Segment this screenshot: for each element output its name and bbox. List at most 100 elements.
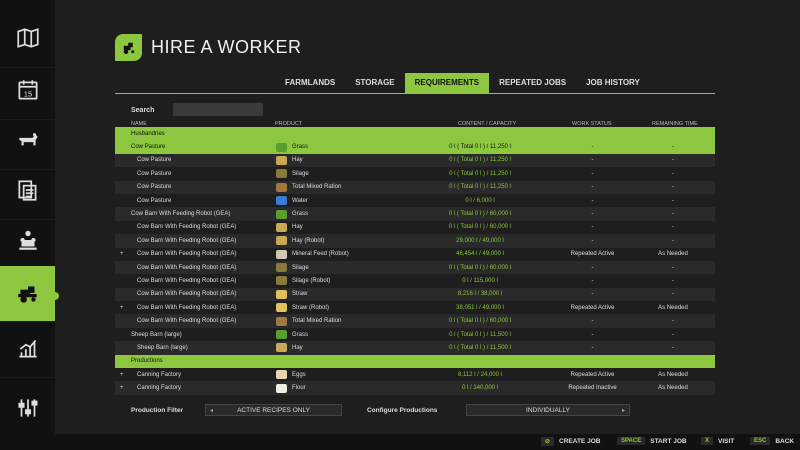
configure-productions-select[interactable]: INDIVIDUALLY ▸ [466, 404, 630, 416]
row-content: 0 l ( Total 0 l ) / 11,250 l [449, 170, 511, 177]
row-remaining-time: - [672, 291, 674, 298]
row-remaining-time: - [672, 157, 674, 164]
row-product: Silage (Robot) [292, 277, 331, 284]
table-row[interactable]: + Cow Barn With Feeding Robot (GEA) Straw … [115, 301, 715, 315]
row-remaining-time: - [672, 224, 674, 231]
row-work-status: Repeated Inactive [568, 385, 617, 392]
livestock-icon [18, 132, 38, 145]
table-row[interactable]: Cow Pasture Silage 0 l ( Total 0 l ) / 11,… [115, 167, 715, 181]
table-row[interactable]: Cow Pasture Total Mixed Ration 0 l ( Total… [115, 180, 715, 194]
table-row[interactable]: Cow Pasture Grass 0 l ( Total 0 l ) / 11,2… [115, 140, 715, 154]
table-row[interactable]: + Canning Factory Eggs 8,112 l / 24,000 l Re… [115, 368, 715, 382]
row-remaining-time: - [672, 331, 674, 338]
section-header[interactable]: Husbandries [115, 127, 715, 141]
arrow-left-icon[interactable]: ◂ [210, 407, 213, 414]
tab-bar: FARMLANDS STORAGE REQUIREMENTS REPEATED … [275, 73, 650, 93]
row-content: 0 l ( Total 0 l ) / 11,500 l [449, 331, 511, 338]
section-header[interactable]: Productions [115, 354, 715, 369]
tab-farmlands[interactable]: FARMLANDS [275, 73, 345, 93]
row-name: Canning Factory [137, 371, 182, 378]
row-name: Cow Pasture [137, 184, 172, 191]
row-name: Cow Pasture [131, 144, 166, 151]
expand-plus-icon[interactable]: + [120, 251, 124, 257]
tab-repeated-jobs[interactable]: REPEATED JOBS [489, 73, 576, 93]
table-row[interactable]: Cow Pasture Water 0 l / 6,000 l - - [115, 193, 715, 208]
hay-icon [276, 155, 287, 165]
row-name: Cow Pasture [137, 157, 172, 164]
table-row[interactable]: Cow Barn With Feeding Robot (GEA) Silage … [115, 274, 715, 288]
row-remaining-time: - [672, 197, 674, 204]
row-product: Flour [292, 385, 306, 392]
start-job-hint[interactable]: SPACE START JOB [617, 437, 687, 445]
row-work-status: - [591, 264, 594, 271]
row-content: 0 l ( Total 0 l ) / 60,000 l [448, 224, 512, 231]
row-name: Cow Barn With Feeding Robot (GEA) [137, 277, 237, 284]
row-work-status: - [591, 318, 594, 325]
search-input[interactable] [173, 103, 263, 116]
visit-hint[interactable]: X VISIT [701, 437, 734, 445]
hay-icon [276, 236, 287, 246]
table-row[interactable]: Cow Pasture Hay 0 l ( Total 0 l ) / 11,250… [115, 153, 715, 168]
table-row[interactable]: Cow Barn With Feeding Robot (GEA) Total M… [115, 314, 715, 328]
x-key: X [701, 437, 714, 445]
tab-underline [115, 93, 715, 94]
row-name: Cow Barn With Feeding Robot (GEA) [137, 264, 237, 271]
silage-icon [276, 263, 287, 273]
table-row[interactable]: Cow Barn With Feeding Robot (GEA) Silage 0… [115, 260, 715, 275]
row-content: 38,051 l / 49,000 l [456, 304, 504, 311]
create-job-hint[interactable]: ⊘ CREATE JOB [541, 437, 600, 446]
row-product: Grass [292, 331, 309, 338]
row-content: 0 l ( Total 0 l ) / 60,000 l [448, 264, 512, 271]
expand-plus-icon[interactable]: + [120, 385, 124, 391]
table-row[interactable]: Cow Barn With Feeding Robot (GEA) Hay 0 l … [115, 220, 715, 235]
row-name: Cow Barn With Feeding Robot (GEA) [137, 318, 237, 325]
table-row[interactable]: Sheep Barn (large) Hay 0 l ( Total 0 l ) /… [115, 341, 715, 355]
sidebar-item-map[interactable] [0, 8, 55, 68]
row-remaining-time: As Needed [658, 304, 688, 311]
row-work-status: - [591, 197, 594, 204]
tab-storage[interactable]: STORAGE [345, 73, 404, 93]
sidebar-item-workers[interactable] [0, 266, 59, 322]
row-product: Silage [292, 264, 309, 271]
row-work-status: - [591, 331, 594, 338]
row-content: 0 l ( Total 0 l ) / 11,250 l [449, 184, 511, 191]
table-row[interactable]: Cow Barn With Feeding Robot (GEA) Hay (Ro… [115, 234, 715, 248]
row-product: Hay [292, 224, 303, 231]
tmr-icon [276, 316, 287, 326]
row-content: 0 l ( Total 0 l ) / 60,000 l [448, 211, 512, 218]
back-hint[interactable]: ESC BACK [750, 437, 794, 445]
row-content: 0 l ( Total 0 l ) / 11,250 l [449, 144, 511, 151]
tab-requirements[interactable]: REQUIREMENTS [404, 73, 490, 93]
row-content: 0 l ( Total 0 l ) / 60,000 l [448, 318, 512, 325]
table-row[interactable]: Cow Barn With Feeding Robot (GEA) Straw 8,… [115, 287, 715, 302]
tractor-icon [115, 34, 142, 61]
sidebar-item-production[interactable] [0, 210, 55, 270]
arrow-right-icon[interactable]: ▸ [622, 407, 625, 414]
production-filter-select[interactable]: ◂ ACTIVE RECIPES ONLY [205, 404, 342, 416]
row-product: Grass [292, 144, 309, 151]
section-title: Husbandries [131, 130, 165, 137]
row-name: Cow Barn With Feeding Robot (GEA) [137, 291, 237, 298]
table-row[interactable]: + Cow Barn With Feeding Robot (GEA) Minera… [115, 247, 715, 261]
sidebar-item-settings[interactable] [0, 378, 55, 438]
water-icon [276, 196, 287, 206]
row-product: Straw (Robot) [292, 304, 330, 311]
row-remaining-time: - [672, 237, 674, 244]
sidebar-item-statistics[interactable] [0, 318, 55, 378]
expand-plus-icon[interactable]: + [120, 372, 124, 378]
table-row[interactable]: + Canning Factory Flour 0 l / 140,000 l Repe… [115, 381, 715, 395]
row-name: Cow Barn With Feeding Robot (GEA) [137, 304, 237, 311]
row-work-status: Repeated Active [570, 251, 615, 258]
silage-icon [276, 276, 287, 286]
row-remaining-time: - [672, 170, 674, 177]
calendar-icon: 15 [17, 79, 38, 100]
hay-icon [276, 222, 287, 232]
row-product: Total Mixed Ration [292, 184, 342, 191]
table-row[interactable]: Sheep Barn (large) Grass 0 l ( Total 0 l )… [115, 327, 715, 342]
flour-icon [276, 383, 287, 393]
row-work-status: - [591, 184, 594, 191]
tab-job-history[interactable]: JOB HISTORY [576, 73, 650, 93]
row-name: Cow Barn With Feeding Robot (GEA) [137, 237, 237, 244]
table-row[interactable]: Cow Barn With Feeding Robot (GEA) Grass 0 … [115, 207, 715, 221]
expand-plus-icon[interactable]: + [120, 305, 124, 311]
